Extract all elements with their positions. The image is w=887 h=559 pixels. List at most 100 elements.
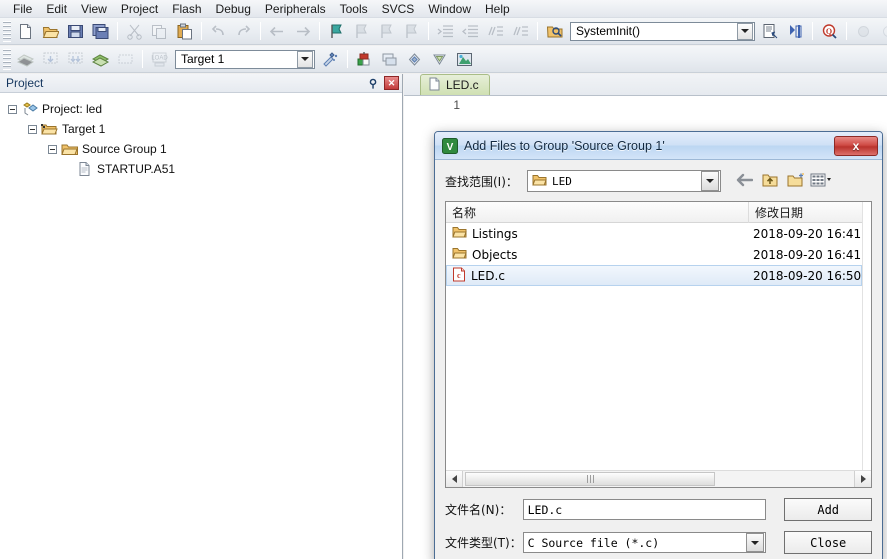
remove-target-icon[interactable]	[428, 48, 451, 70]
list-item[interactable]: c LED.c 2018-09-20 16:50	[446, 265, 862, 286]
find-in-files-icon[interactable]	[543, 20, 566, 42]
undo-icon[interactable]	[207, 20, 230, 42]
bookmark-clear-icon[interactable]	[400, 20, 423, 42]
svg-text:LOAD: LOAD	[151, 55, 168, 61]
svg-text:c: c	[457, 271, 461, 280]
tab-led-c[interactable]: LED.c	[420, 74, 490, 95]
scroll-right-button[interactable]	[854, 471, 871, 487]
close-icon[interactable]: x	[834, 136, 878, 156]
menu-window[interactable]: Window	[421, 1, 478, 17]
views-icon	[810, 172, 834, 191]
new-folder-icon	[787, 172, 805, 191]
chevron-down-icon[interactable]	[701, 171, 719, 191]
add-button[interactable]: Add	[784, 498, 872, 521]
dialog-titlebar[interactable]: V Add Files to Group 'Source Group 1' x	[435, 132, 882, 160]
file-icon	[428, 77, 441, 94]
file-name-text: LED.c	[471, 269, 505, 283]
menu-peripherals[interactable]: Peripherals	[258, 1, 333, 17]
list-item[interactable]: Objects 2018-09-20 16:41	[446, 244, 862, 265]
stop-build-icon[interactable]	[114, 48, 137, 70]
tree-expander[interactable]	[8, 105, 17, 114]
toolbar-gripper[interactable]	[3, 49, 11, 70]
uncomment-icon[interactable]	[509, 20, 532, 42]
download-icon[interactable]: LOAD	[148, 48, 171, 70]
open-file-icon[interactable]	[39, 20, 62, 42]
column-date[interactable]: 修改日期	[749, 202, 862, 223]
batch-build-icon[interactable]	[89, 48, 112, 70]
file-list[interactable]: 名称 修改日期 Listings	[445, 201, 872, 488]
chevron-down-icon[interactable]	[737, 23, 753, 40]
chevron-down-icon[interactable]	[746, 533, 764, 552]
tree-item-project[interactable]: Project: led	[8, 99, 402, 119]
close-icon[interactable]: ✕	[384, 76, 399, 90]
menu-debug[interactable]: Debug	[209, 1, 258, 17]
menu-tools[interactable]: Tools	[333, 1, 375, 17]
tree-expander[interactable]	[28, 125, 37, 134]
manage-project-items-icon[interactable]	[353, 48, 376, 70]
horizontal-scrollbar[interactable]	[446, 470, 871, 487]
lookin-value: LED	[552, 175, 701, 188]
copy-icon[interactable]	[148, 20, 171, 42]
lookin-combo[interactable]: LED	[527, 170, 721, 192]
column-name[interactable]: 名称	[446, 202, 749, 223]
menu-flash[interactable]: Flash	[165, 1, 208, 17]
target-options-icon[interactable]	[319, 48, 342, 70]
menu-view[interactable]: View	[74, 1, 114, 17]
save-icon[interactable]	[64, 20, 87, 42]
pin-icon[interactable]: ⚲	[366, 76, 380, 91]
find-icon[interactable]	[784, 20, 807, 42]
redo-icon[interactable]	[232, 20, 255, 42]
scroll-left-button[interactable]	[446, 471, 463, 487]
chevron-down-icon[interactable]	[297, 51, 313, 68]
bookmark-toggle-icon[interactable]	[325, 20, 348, 42]
filename-input[interactable]: LED.c	[523, 499, 767, 520]
select-target-icon[interactable]	[403, 48, 426, 70]
scroll-track[interactable]	[463, 471, 854, 487]
tree-item-startup-a51[interactable]: STARTUP.A51	[8, 159, 402, 179]
views-button[interactable]	[809, 170, 835, 192]
tree-expander[interactable]	[48, 145, 57, 154]
outdent-icon[interactable]	[459, 20, 482, 42]
close-button[interactable]: Close	[784, 531, 872, 554]
toolbar-gripper[interactable]	[3, 21, 11, 42]
menu-file[interactable]: File	[6, 1, 39, 17]
list-item[interactable]: Listings 2018-09-20 16:41	[446, 223, 862, 244]
file-list-inner: 名称 修改日期 Listings	[446, 202, 871, 470]
function-combo[interactable]: SystemInit()	[570, 22, 755, 41]
navigate-forward-icon[interactable]	[291, 20, 314, 42]
toolbar-separator	[117, 22, 118, 40]
indent-icon[interactable]	[434, 20, 457, 42]
menu-edit[interactable]: Edit	[39, 1, 74, 17]
new-folder-button[interactable]	[783, 170, 809, 192]
debug-stop-icon[interactable]	[852, 20, 875, 42]
build-icon[interactable]	[39, 48, 62, 70]
new-file-icon[interactable]	[14, 20, 37, 42]
editor-tabstrip: LED.c	[404, 74, 887, 96]
save-all-icon[interactable]	[89, 20, 112, 42]
scroll-thumb[interactable]	[465, 472, 715, 486]
bookmark-prev-icon[interactable]	[350, 20, 373, 42]
navigate-back-icon[interactable]	[266, 20, 289, 42]
tree-item-source-group[interactable]: Source Group 1	[8, 139, 402, 159]
back-button[interactable]	[731, 170, 757, 192]
tree-item-target[interactable]: Target 1	[8, 119, 402, 139]
debug-start-icon[interactable]	[877, 20, 887, 42]
rebuild-icon[interactable]	[64, 48, 87, 70]
comment-icon[interactable]	[484, 20, 507, 42]
menu-project[interactable]: Project	[114, 1, 165, 17]
find-target-icon[interactable]: Q	[818, 20, 841, 42]
cut-icon[interactable]	[123, 20, 146, 42]
translate-icon[interactable]	[14, 48, 37, 70]
components-icon[interactable]	[453, 48, 476, 70]
filetype-select[interactable]: C Source file (*.c)	[523, 532, 767, 553]
open-file-under-cursor-icon[interactable]	[759, 20, 782, 42]
bookmark-next-icon[interactable]	[375, 20, 398, 42]
paste-icon[interactable]	[173, 20, 196, 42]
menu-help[interactable]: Help	[478, 1, 517, 17]
svg-text:Q: Q	[826, 27, 832, 36]
up-one-level-button[interactable]	[757, 170, 783, 192]
menu-svcs[interactable]: SVCS	[375, 1, 422, 17]
file-date-cell: 2018-09-20 16:41	[750, 248, 861, 262]
target-combo[interactable]: Target 1	[175, 50, 315, 69]
multi-project-icon[interactable]	[378, 48, 401, 70]
